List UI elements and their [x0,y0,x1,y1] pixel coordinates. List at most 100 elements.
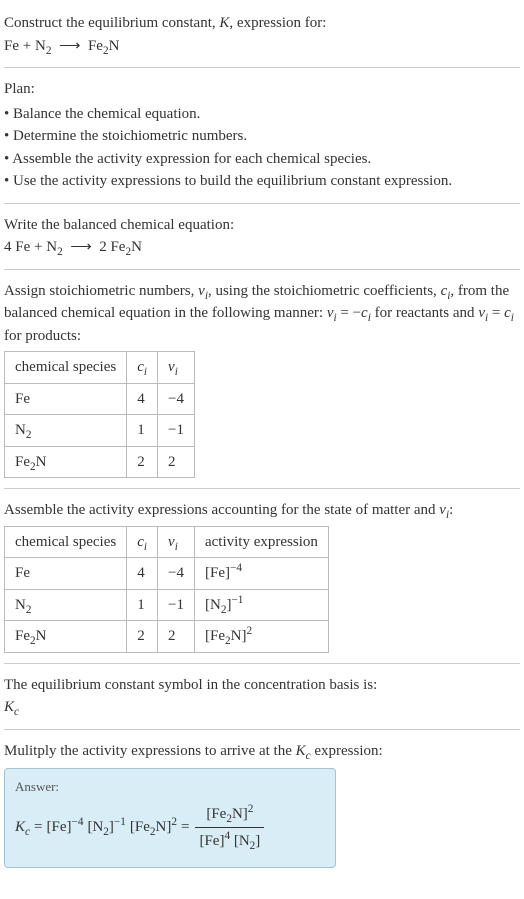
t: N [36,628,47,644]
col-nu: νi [158,352,195,384]
t: Fe [15,391,30,407]
exp: 2 [248,803,254,815]
cell-c: 1 [127,589,158,621]
cell-c: 4 [127,383,158,415]
n-tail: N [109,38,120,54]
species: Fe [15,239,30,255]
t: [N [234,833,250,849]
arrow-icon: ⟶ [59,38,81,54]
col-c: ci [127,526,158,558]
c-sub: c [14,706,19,718]
text: for reactants and [371,305,478,321]
col-nu: νi [158,526,195,558]
table-row: N2 1 −1 [N2]−1 [5,589,329,621]
sub: i [175,366,178,378]
stoich-table: chemical species ci νi Fe 4 −4 N2 1 −1 F… [4,351,195,478]
balanced-section: Write the balanced chemical equation: 4 … [4,214,520,259]
exp: 4 [224,830,230,842]
cell-activity: [Fe]−4 [194,558,328,590]
sub: i [175,541,178,553]
cell-nu: −4 [158,383,195,415]
sub: i [511,312,514,324]
divider [4,203,520,204]
col-activity: activity expression [194,526,328,558]
cell-c: 4 [127,558,158,590]
t: N] [232,806,248,822]
t: N [15,597,26,613]
exp: 2 [171,816,177,828]
nu: ν [198,283,205,299]
balanced-equation: 4 Fe + N2 ⟶ 2 Fe2N [4,236,520,259]
t: [Fe [130,819,150,835]
plus: + [19,38,35,54]
s: 2 [26,429,32,441]
t: N] [156,819,172,835]
text: Assign stoichiometric numbers, [4,283,198,299]
answer-box: Answer: Kc = [Fe]−4 [N2]−1 [Fe2N]2 = [Fe… [4,768,336,868]
t: [Fe] [205,565,230,581]
cell-nu: −4 [158,558,195,590]
table-header-row: chemical species ci νi [5,352,195,384]
fraction: [Fe2N]2 [Fe]4 [N2] [195,803,264,853]
sub: c [25,826,30,838]
coef: 2 [99,239,110,255]
cell-nu: −1 [158,589,195,621]
c: c [137,534,144,550]
n-sub: 2 [46,45,52,57]
t: Fe [15,565,30,581]
cell-c: 2 [127,621,158,653]
sub: i [144,541,147,553]
fe-symbol: Fe [88,38,103,54]
cell-c: 2 [127,446,158,478]
plan-item: Use the activity expressions to build th… [4,170,520,193]
kc-symbol: Kc [4,696,520,719]
term: [Fe]−4 [46,816,83,839]
sub: i [144,366,147,378]
reactant-1: Fe [4,38,19,54]
plus: + [30,239,46,255]
c: c [361,305,368,321]
exp: 2 [246,625,252,637]
species: N [131,239,142,255]
cell-species: N2 [5,415,127,447]
text: : [449,502,453,518]
table-row: Fe 4 −4 [Fe]−4 [5,558,329,590]
t: Fe [15,454,30,470]
divider [4,488,520,489]
t: ] [255,833,260,849]
cell-nu: 2 [158,621,195,653]
species: Fe [110,239,125,255]
cell-c: 1 [127,415,158,447]
plan-section: Plan: Balance the chemical equation. Det… [4,78,520,193]
s: 2 [26,604,32,616]
t: [N [87,819,103,835]
stoich-section: Assign stoichiometric numbers, νi, using… [4,280,520,479]
coef: 4 [4,239,15,255]
k-symbol: K [219,15,229,31]
text: for products: [4,328,81,344]
K: K [296,743,306,759]
product-1: Fe2N [88,38,119,54]
nu: ν [168,359,175,375]
prompt-text-2: , expression for: [229,15,326,31]
prompt-text: Construct the equilibrium constant, [4,15,219,31]
text: Assemble the activity expressions accoun… [4,502,439,518]
n-symbol: N [35,38,46,54]
plan-list: Balance the chemical equation. Determine… [4,103,520,193]
final-section: Mulitply the activity expressions to arr… [4,740,520,868]
exp: −1 [114,816,126,828]
term: [Fe2N]2 [130,816,177,839]
answer-label: Answer: [15,777,325,797]
cell-species: Fe2N [5,621,127,653]
t: Fe [15,628,30,644]
t: [Fe] [46,819,71,835]
denominator: [Fe]4 [N2] [195,828,264,853]
plan-item: Assemble the activity expression for eac… [4,148,520,171]
cell-species: Fe2N [5,446,127,478]
activity-section: Assemble the activity expressions accoun… [4,499,520,653]
divider [4,729,520,730]
equals: = [181,816,189,839]
table-row: N2 1 −1 [5,415,195,447]
t: [Fe] [199,833,224,849]
text: expression: [311,743,383,759]
